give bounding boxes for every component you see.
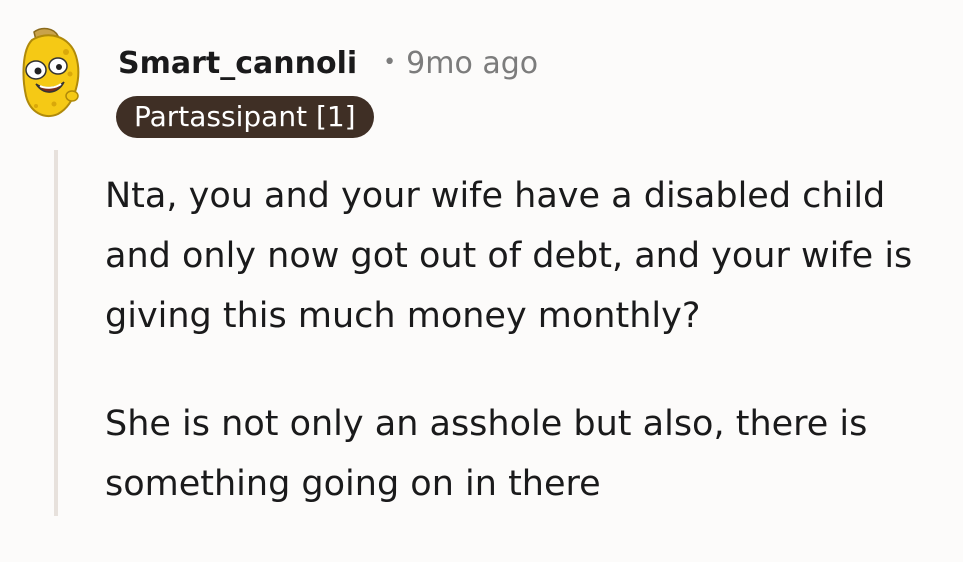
comment-paragraph: She is not only an asshole but also, the… — [105, 404, 868, 504]
comment: Smart_cannoli • 9mo ago Partassipant [1]… — [0, 0, 963, 516]
cannoli-avatar-icon — [22, 27, 80, 117]
comment-header: Smart_cannoli • 9mo ago — [118, 40, 538, 86]
thread-line[interactable] — [54, 150, 58, 516]
avatar[interactable] — [14, 26, 94, 118]
meta-separator: • — [383, 50, 397, 75]
timestamp-link[interactable]: 9mo ago — [406, 46, 538, 81]
comment-paragraph: Nta, you and your wife have a disabled c… — [105, 176, 913, 336]
comment-body: Nta, you and your wife have a disabled c… — [105, 166, 955, 562]
user-flair-badge[interactable]: Partassipant [1] — [116, 96, 374, 138]
username-link[interactable]: Smart_cannoli — [118, 46, 357, 81]
